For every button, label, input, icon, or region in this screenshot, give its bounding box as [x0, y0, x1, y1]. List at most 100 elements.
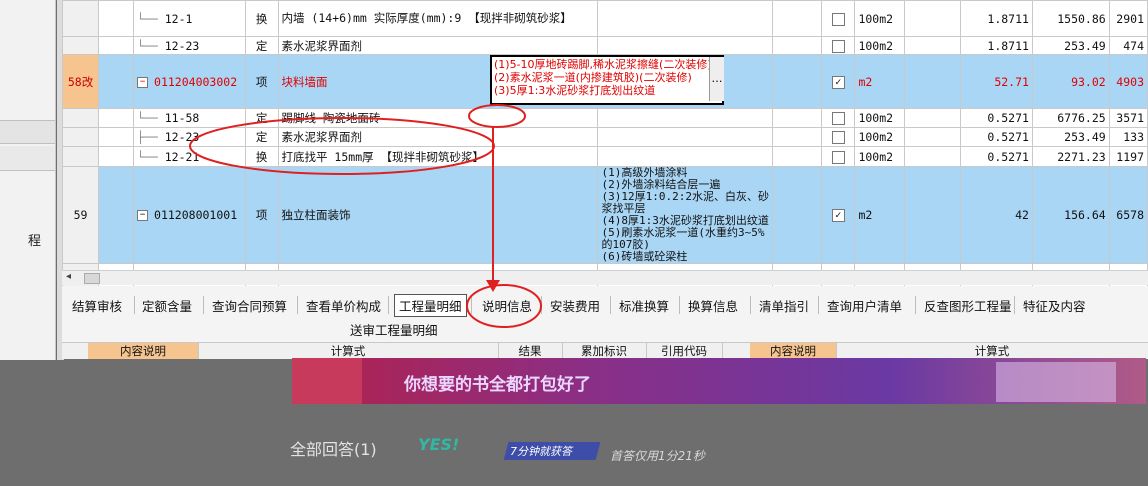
item-name[interactable]: 素水泥浆界面剂 — [277, 127, 599, 147]
item-code: −011208001001 — [133, 166, 246, 264]
item-unit: 100m2 — [854, 146, 906, 167]
tab-features[interactable]: 特征及内容 — [1023, 296, 1086, 315]
answers-heading: 全部回答(1) — [290, 440, 377, 459]
item-unit: 100m2 — [854, 127, 906, 147]
item-unit: 100m2 — [854, 0, 906, 37]
tab-install-fee[interactable]: 安装费用 — [550, 296, 600, 315]
item-price: 2271.23 — [1031, 146, 1110, 167]
row-checkbox[interactable] — [831, 39, 845, 53]
item-desc[interactable] — [597, 127, 774, 147]
item-code: ├── 12-23 — [133, 127, 246, 147]
tab-quota-content[interactable]: 定额含量 — [142, 296, 192, 315]
col-header: 内容说明 — [88, 343, 199, 359]
row-number: 58改 — [61, 54, 100, 109]
tab-submitted-quantity[interactable]: 送审工程量明细 — [350, 320, 438, 339]
row-checkbox[interactable] — [831, 12, 845, 26]
banner-text: 你想要的书全都打包好了 — [404, 375, 591, 395]
scroll-left-icon[interactable]: ◂ — [66, 271, 71, 282]
row-checkbox[interactable] — [831, 75, 845, 89]
tab-conversion-info[interactable]: 换算信息 — [688, 296, 738, 315]
item-total: 4903 — [1108, 54, 1148, 109]
budget-window: └── 12-1 换 内墙 (14+6)mm 实际厚度(mm):9 【现拌非砌筑… — [61, 0, 1148, 359]
item-qty: 1.8711 — [959, 0, 1033, 37]
item-code: └── 12-21 — [133, 146, 246, 167]
item-total: 474 — [1108, 36, 1148, 55]
item-type: 项 — [244, 54, 279, 109]
tab-contract-budget[interactable]: 查询合同预算 — [212, 296, 287, 315]
tab-graphic-quantity[interactable]: 反查图形工程量 — [924, 296, 1012, 315]
item-qty: 52.71 — [959, 54, 1033, 109]
row-checkbox[interactable] — [831, 131, 845, 144]
item-qty: 1.8711 — [959, 36, 1033, 55]
table-row[interactable]: 59 −011208001001 项 独立柱面装饰 (1)高级外墙涂料 (2)外… — [61, 166, 1148, 264]
tab-settlement-review[interactable]: 结算审核 — [72, 296, 122, 315]
table-row[interactable]: └── 12-23 定 素水泥浆界面剂 100m2 1.8711 253.49 … — [61, 36, 1148, 55]
item-table: └── 12-1 换 内墙 (14+6)mm 实际厚度(mm):9 【现拌非砌筑… — [61, 0, 1148, 292]
book-illustration — [996, 362, 1116, 402]
item-desc[interactable] — [597, 36, 774, 55]
item-qty: 0.5271 — [959, 146, 1033, 167]
tab-quantity-detail[interactable]: 工程量明细 — [394, 294, 467, 317]
col-header: 结果 — [498, 343, 563, 359]
banner-illustration — [292, 358, 362, 404]
left-panel-item[interactable] — [0, 146, 55, 171]
tab-description-info[interactable]: 说明信息 — [482, 296, 532, 315]
item-total: 6578 — [1108, 166, 1148, 264]
item-unit: 100m2 — [854, 36, 906, 55]
left-panel-label: 程 — [28, 234, 42, 249]
row-checkbox[interactable] — [831, 112, 845, 125]
item-price: 156.64 — [1031, 166, 1110, 264]
horizontal-scrollbar[interactable]: ◂ — [62, 270, 1148, 285]
collapse-icon[interactable]: − — [137, 76, 149, 88]
bottom-tab-bar: 结算审核 定额含量 查询合同预算 查看单价构成 工程量明细 说明信息 安装费用 … — [62, 286, 1148, 342]
item-type: 项 — [244, 166, 279, 264]
item-code: −011204003002 — [133, 54, 246, 109]
item-price: 253.49 — [1031, 36, 1110, 55]
left-panel: 程 — [0, 0, 64, 360]
item-desc[interactable]: (1)高级外墙涂料 (2)外墙涂料结合层一遍 (3)12厚1:0.2:2水泥、白… — [597, 166, 774, 264]
table-row[interactable]: └── 11-58 定 踢脚线 陶瓷地面砖 100m2 0.5271 6776.… — [61, 108, 1148, 128]
badge-yes: YES! — [418, 435, 460, 454]
row-checkbox[interactable] — [831, 209, 845, 222]
desc-edit-box[interactable]: (1)5-10厚地砖踢脚,稀水泥浆擦缝(二次装修) (2)素水泥浆一道(内掺建筑… — [490, 55, 724, 105]
collapse-icon[interactable]: − — [137, 210, 149, 221]
tab-unit-price[interactable]: 查看单价构成 — [306, 296, 381, 315]
tab-user-bill[interactable]: 查询用户清单 — [827, 296, 902, 315]
item-price: 6776.25 — [1031, 108, 1110, 128]
more-options-button[interactable]: … — [709, 57, 724, 101]
item-unit: m2 — [854, 166, 906, 264]
item-total: 1197 — [1108, 146, 1148, 167]
left-panel-item[interactable] — [0, 120, 55, 144]
detail-header: 内容说明 计算式 结果 累加标识 引用代码 内容说明 计算式 — [62, 342, 1148, 359]
row-number: 59 — [61, 166, 100, 264]
tab-bill-guide[interactable]: 清单指引 — [759, 296, 809, 315]
item-code: └── 12-23 — [133, 36, 246, 55]
item-price: 1550.86 — [1031, 0, 1110, 37]
table-row[interactable]: ├── 12-23 定 素水泥浆界面剂 100m2 0.5271 253.49 … — [61, 127, 1148, 147]
item-name[interactable]: 打底找平 15mm厚 【现拌非砌筑砂浆】 — [277, 146, 599, 167]
quick-answer-badge: YES! 7分钟就获答 — [418, 433, 601, 461]
item-type: 定 — [244, 36, 279, 55]
item-code: └── 11-58 — [133, 108, 246, 128]
ad-banner[interactable]: 你想要的书全都打包好了 — [292, 358, 1146, 404]
item-name[interactable]: 素水泥浆界面剂 — [277, 36, 599, 55]
item-price: 93.02 — [1031, 54, 1110, 109]
item-desc[interactable] — [597, 146, 774, 167]
item-desc[interactable] — [597, 0, 774, 37]
col-header: 计算式 — [836, 343, 1148, 359]
item-desc[interactable] — [597, 108, 774, 128]
table-row[interactable]: └── 12-21 换 打底找平 15mm厚 【现拌非砌筑砂浆】 100m2 0… — [61, 146, 1148, 167]
item-type: 定 — [244, 127, 279, 147]
item-name[interactable]: 踢脚线 陶瓷地面砖 — [277, 108, 599, 128]
scroll-thumb[interactable] — [84, 273, 100, 284]
row-checkbox[interactable] — [831, 150, 845, 164]
item-total: 2901 — [1108, 0, 1148, 37]
item-code: └── 12-1 — [133, 0, 246, 37]
item-type: 换 — [244, 0, 279, 37]
col-header: 引用代码 — [646, 343, 723, 359]
table-row[interactable]: └── 12-1 换 内墙 (14+6)mm 实际厚度(mm):9 【现拌非砌筑… — [61, 0, 1148, 37]
item-qty: 0.5271 — [959, 108, 1033, 128]
item-name[interactable]: 内墙 (14+6)mm 实际厚度(mm):9 【现拌非砌筑砂浆】 — [277, 0, 599, 37]
tab-standard-conversion[interactable]: 标准换算 — [619, 296, 669, 315]
item-name[interactable]: 独立柱面装饰 — [277, 166, 599, 264]
